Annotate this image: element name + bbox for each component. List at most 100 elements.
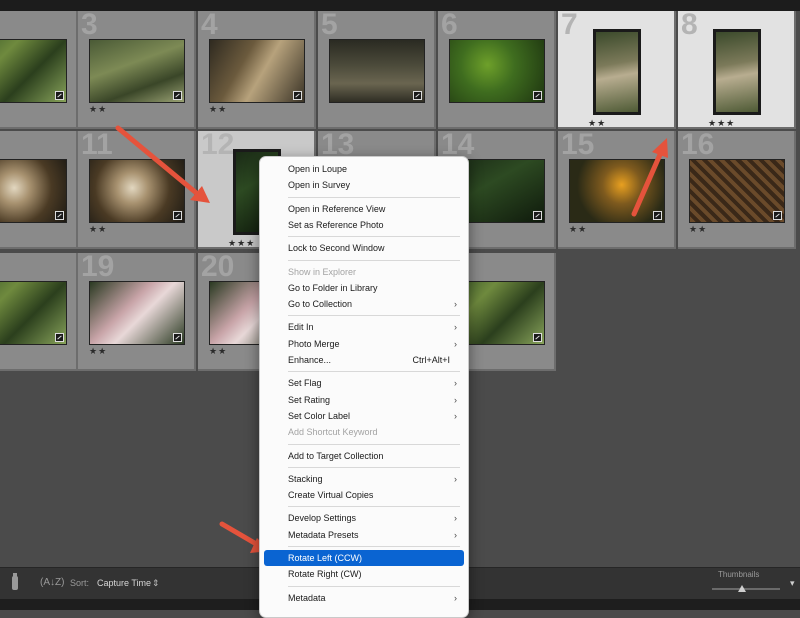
menu-item-develop-settings[interactable]: Develop Settings › — [264, 510, 464, 526]
menu-item-rotate-left-ccw[interactable]: Rotate Left (CCW) — [264, 550, 464, 566]
photo-thumbnail[interactable] — [209, 39, 305, 103]
menu-item-edit-in[interactable]: Edit In › — [264, 319, 464, 335]
menu-item-label: Rotate Right (CW) — [288, 569, 362, 580]
menu-item-metadata-presets[interactable]: Metadata Presets › — [264, 527, 464, 543]
grid-cell[interactable]: 7 ★★ — [558, 11, 676, 129]
menu-item-add-to-target-collection[interactable]: Add to Target Collection — [264, 448, 464, 464]
menu-separator — [288, 371, 460, 373]
menu-item-set-rating[interactable]: Set Rating › — [264, 392, 464, 408]
edited-badge-icon — [55, 333, 64, 342]
photo-thumbnail[interactable] — [449, 39, 545, 103]
menu-item-show-in-explorer: Show in Explorer — [264, 264, 464, 280]
photo-thumbnail[interactable] — [0, 159, 67, 223]
cell-number: 19 — [81, 253, 115, 283]
edited-badge-icon — [653, 211, 662, 220]
menu-separator — [288, 443, 460, 445]
edited-badge-icon — [533, 91, 542, 100]
menu-item-go-to-collection[interactable]: Go to Collection › — [264, 296, 464, 312]
menu-item-lock-to-second-window[interactable]: Lock to Second Window — [264, 240, 464, 256]
cell-number: 6 — [441, 11, 458, 41]
menu-item-enhance[interactable]: Enhance... Ctrl+Alt+I — [264, 352, 464, 368]
grid-cell[interactable]: 3 ★★ — [78, 11, 196, 129]
menu-item-photo-merge[interactable]: Photo Merge › — [264, 336, 464, 352]
chevron-right-icon: › — [454, 592, 457, 603]
photo-thumbnail[interactable] — [569, 159, 665, 223]
grid-cell[interactable] — [0, 131, 78, 249]
menu-item-set-as-reference-photo[interactable]: Set as Reference Photo — [264, 217, 464, 233]
menu-item-rotate-right-cw[interactable]: Rotate Right (CW) — [264, 566, 464, 582]
grid-cell[interactable]: 6 — [438, 11, 556, 129]
grid-cell[interactable]: 8 ★★★ — [678, 11, 796, 129]
menu-item-label: Open in Loupe — [288, 164, 348, 174]
menu-item-label: Develop Settings — [288, 513, 357, 524]
menu-item-create-virtual-copies[interactable]: Create Virtual Copies — [264, 487, 464, 503]
menu-item-label: Edit In — [288, 322, 314, 333]
photo-thumbnail[interactable] — [89, 281, 185, 345]
menu-item-go-to-folder-in-library[interactable]: Go to Folder in Library — [264, 280, 464, 296]
menu-item-shortcut: Ctrl+Alt+I — [412, 355, 450, 365]
edited-badge-icon — [413, 91, 422, 100]
grid-cell[interactable] — [0, 253, 78, 371]
menu-item-label: Rotate Left (CCW) — [288, 553, 363, 563]
menu-item-metadata[interactable]: Metadata › — [264, 590, 464, 606]
photo-thumbnail[interactable] — [713, 29, 761, 115]
grid-cell[interactable]: 4 ★★ — [198, 11, 316, 129]
grid-cell[interactable]: 16 ★★ — [678, 131, 796, 249]
grid-cell[interactable]: 15 ★★ — [558, 131, 676, 249]
edited-badge-icon — [773, 211, 782, 220]
menu-separator — [288, 315, 460, 317]
star-rating: ★★ — [209, 105, 228, 115]
grid-cell[interactable]: 19 ★★ — [78, 253, 196, 371]
sort-direction-icon[interactable]: (A↓Z) — [40, 568, 64, 600]
grid-cell[interactable]: 11 ★★ — [78, 131, 196, 249]
menu-item-open-in-reference-view[interactable]: Open in Reference View — [264, 201, 464, 217]
toolbar-menu-icon[interactable]: ▾ — [790, 568, 795, 600]
top-bar — [0, 0, 800, 11]
edited-badge-icon — [533, 211, 542, 220]
menu-separator — [288, 506, 460, 508]
chevron-right-icon: › — [454, 394, 457, 405]
sort-label: Sort: — [70, 578, 90, 588]
menu-item-label: Enhance... — [288, 355, 332, 365]
cell-number: 12 — [201, 131, 235, 161]
edited-badge-icon — [55, 91, 64, 100]
star-rating: ★★ — [89, 225, 108, 235]
grid-cell[interactable] — [0, 11, 78, 129]
slider-thumb[interactable] — [738, 585, 746, 592]
photo-thumbnail[interactable] — [329, 39, 425, 103]
menu-item-open-in-loupe[interactable]: Open in Loupe — [264, 161, 464, 177]
photo-thumbnail[interactable] — [89, 159, 185, 223]
menu-item-label: Lock to Second Window — [288, 243, 385, 254]
menu-separator — [288, 466, 460, 468]
edited-badge-icon — [173, 333, 182, 342]
sort-dropdown[interactable]: Capture Time — [97, 568, 151, 600]
chevron-updown-icon[interactable]: ⇕ — [152, 568, 160, 600]
cell-number: 5 — [321, 11, 338, 41]
chevron-right-icon: › — [454, 299, 457, 310]
menu-item-label: Set Flag — [288, 378, 322, 389]
menu-item-set-flag[interactable]: Set Flag › — [264, 375, 464, 391]
star-rating: ★★ — [588, 119, 607, 129]
cell-number: 20 — [201, 253, 235, 283]
menu-item-label: Set Rating — [288, 394, 331, 405]
star-rating: ★★ — [209, 347, 228, 357]
menu-item-label: Open in Reference View — [288, 203, 386, 214]
chevron-right-icon: › — [454, 338, 457, 349]
photo-thumbnail[interactable] — [593, 29, 641, 115]
star-rating: ★★ — [569, 225, 588, 235]
menu-item-open-in-survey[interactable]: Open in Survey — [264, 177, 464, 193]
menu-item-set-color-label[interactable]: Set Color Label › — [264, 408, 464, 424]
menu-item-stacking[interactable]: Stacking › — [264, 471, 464, 487]
photo-thumbnail[interactable] — [689, 159, 785, 223]
edited-badge-icon — [533, 333, 542, 342]
menu-item-label: Metadata Presets — [288, 529, 359, 540]
grid-cell[interactable]: 5 — [318, 11, 436, 129]
photo-thumbnail[interactable] — [0, 39, 67, 103]
painter-icon[interactable] — [8, 568, 22, 600]
photo-thumbnail[interactable] — [89, 39, 185, 103]
thumbnail-size-slider[interactable] — [712, 585, 780, 592]
menu-separator — [288, 585, 460, 587]
menu-item-label: Stacking — [288, 473, 323, 484]
photo-thumbnail[interactable] — [0, 281, 67, 345]
star-rating: ★★ — [689, 225, 708, 235]
